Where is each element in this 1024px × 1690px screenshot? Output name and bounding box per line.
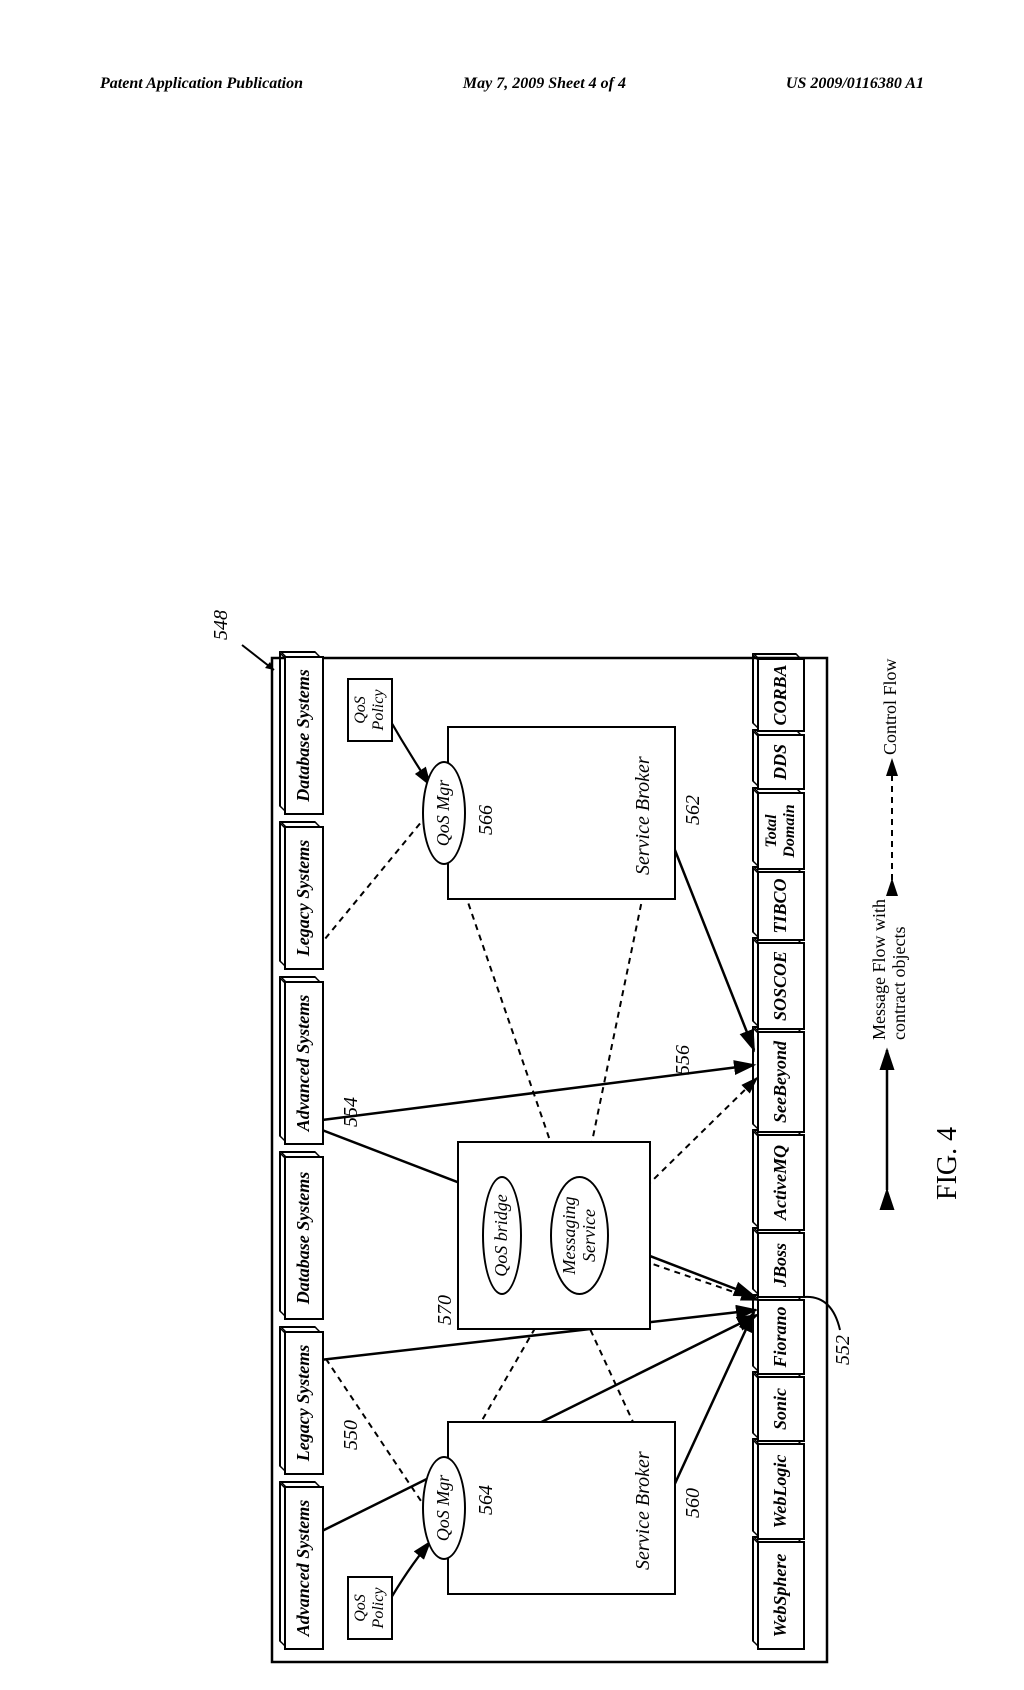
box-totaldomain: Total Domain — [757, 792, 805, 870]
messaging-service: Messaging Service — [550, 1176, 609, 1295]
ref-566: 566 — [475, 805, 498, 835]
ref-554: 554 — [340, 1097, 363, 1127]
legend-msgflow: Message Flow with contract objects — [870, 899, 910, 1040]
header-left: Patent Application Publication — [100, 75, 303, 93]
ref-550: 550 — [340, 1420, 363, 1450]
box-websphere: WebSphere — [757, 1541, 805, 1650]
qos-policy-right: QoS Policy — [347, 678, 393, 742]
figure-label: FIG. 4 — [932, 1127, 964, 1200]
qos-mgr-right: QoS Mgr — [422, 761, 466, 865]
sb-left-label: Service Broker — [632, 1451, 655, 1570]
ref-560: 560 — [682, 1488, 705, 1518]
header-right: US 2009/0116380 A1 — [786, 75, 924, 93]
sb-right-label: Service Broker — [632, 756, 655, 875]
box-dds: DDS — [757, 734, 805, 790]
qos-bridge: QoS bridge — [482, 1176, 522, 1295]
box-fiorano: Fiorano — [757, 1299, 805, 1375]
legend-ctrlflow: Control Flow — [880, 658, 901, 755]
top-database-systems-1: Database Systems — [284, 1156, 324, 1320]
top-advanced-systems-1: Advanced Systems — [284, 1486, 324, 1650]
top-legacy-systems-1: Legacy Systems — [284, 1331, 324, 1475]
box-corba: CORBA — [757, 658, 805, 732]
top-database-systems-2: Database Systems — [284, 656, 324, 815]
qos-mgr-left: QoS Mgr — [422, 1456, 466, 1560]
ref-548: 548 — [210, 610, 233, 640]
box-sonic: Sonic — [757, 1376, 805, 1442]
box-jboss: JBoss — [757, 1232, 805, 1298]
box-tibco: TIBCO — [757, 871, 805, 941]
top-legacy-systems-2: Legacy Systems — [284, 826, 324, 970]
ref-562: 562 — [682, 795, 705, 825]
qos-policy-left: QoS Policy — [347, 1576, 393, 1640]
ref-556: 556 — [672, 1045, 695, 1075]
box-seebeyond: SeeBeyond — [757, 1031, 805, 1133]
ref-564: 564 — [475, 1485, 498, 1515]
box-soscoe: SOSCOE — [757, 942, 805, 1030]
ref-552: 552 — [832, 1335, 855, 1365]
ref-570: 570 — [434, 1295, 457, 1325]
top-advanced-systems-2: Advanced Systems — [284, 981, 324, 1145]
box-activemq: ActiveMQ — [757, 1134, 805, 1231]
header-center: May 7, 2009 Sheet 4 of 4 — [463, 75, 626, 93]
box-weblogic: WebLogic — [757, 1443, 805, 1540]
